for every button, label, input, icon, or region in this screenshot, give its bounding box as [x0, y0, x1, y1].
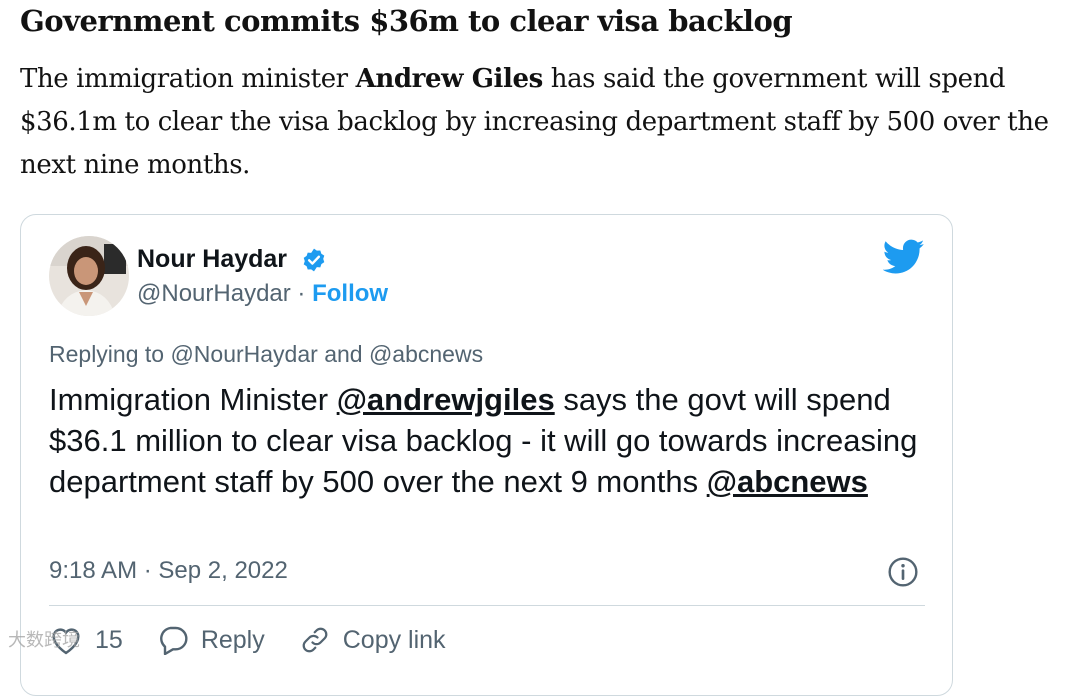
reply-button[interactable]: Reply — [157, 625, 265, 655]
info-icon[interactable] — [887, 556, 919, 588]
tweet-timestamp[interactable]: 9:18 AM · Sep 2, 2022 — [49, 557, 288, 585]
author-avatar[interactable] — [49, 236, 129, 316]
follow-button[interactable]: Follow — [312, 280, 388, 307]
copy-link-button[interactable]: Copy link — [299, 625, 446, 655]
action-divider — [49, 605, 925, 606]
avatar-image — [49, 236, 129, 316]
author-handle[interactable]: @NourHaydar — [137, 280, 291, 307]
tweet-text-prefix: Immigration Minister — [49, 382, 337, 417]
article-headline: Government commits $36m to clear visa ba… — [20, 4, 793, 38]
mention-abcnews[interactable]: @abcnews — [707, 464, 868, 499]
minister-name: Andrew Giles — [355, 64, 544, 94]
link-icon — [302, 627, 328, 653]
handle-separator: · — [290, 280, 313, 307]
article-paragraph: The immigration minister Andrew Giles ha… — [20, 58, 1070, 187]
embedded-tweet-card: Nour Haydar @NourHaydar · Follow Replyin… — [20, 214, 953, 696]
verified-badge-icon — [303, 248, 325, 272]
like-count: 15 — [95, 625, 123, 654]
tweet-text: Immigration Minister @andrewjgiles says … — [49, 379, 939, 502]
paragraph-prefix: The immigration minister — [20, 64, 356, 94]
speech-bubble-icon — [159, 626, 188, 655]
watermark: 大数跨境 — [8, 630, 80, 651]
mention-andrewjgiles[interactable]: @andrewjgiles — [337, 382, 555, 417]
reply-context: Replying to @NourHaydar and @abcnews — [49, 341, 484, 367]
copy-link-label: Copy link — [342, 625, 446, 654]
author-name[interactable]: Nour Haydar — [137, 245, 287, 274]
tweet-actions: 15 Reply Copy link — [49, 620, 480, 660]
reply-label: Reply — [200, 625, 265, 654]
author-handle-line: @NourHaydar · Follow — [137, 280, 388, 308]
twitter-bird-icon[interactable] — [883, 239, 925, 275]
